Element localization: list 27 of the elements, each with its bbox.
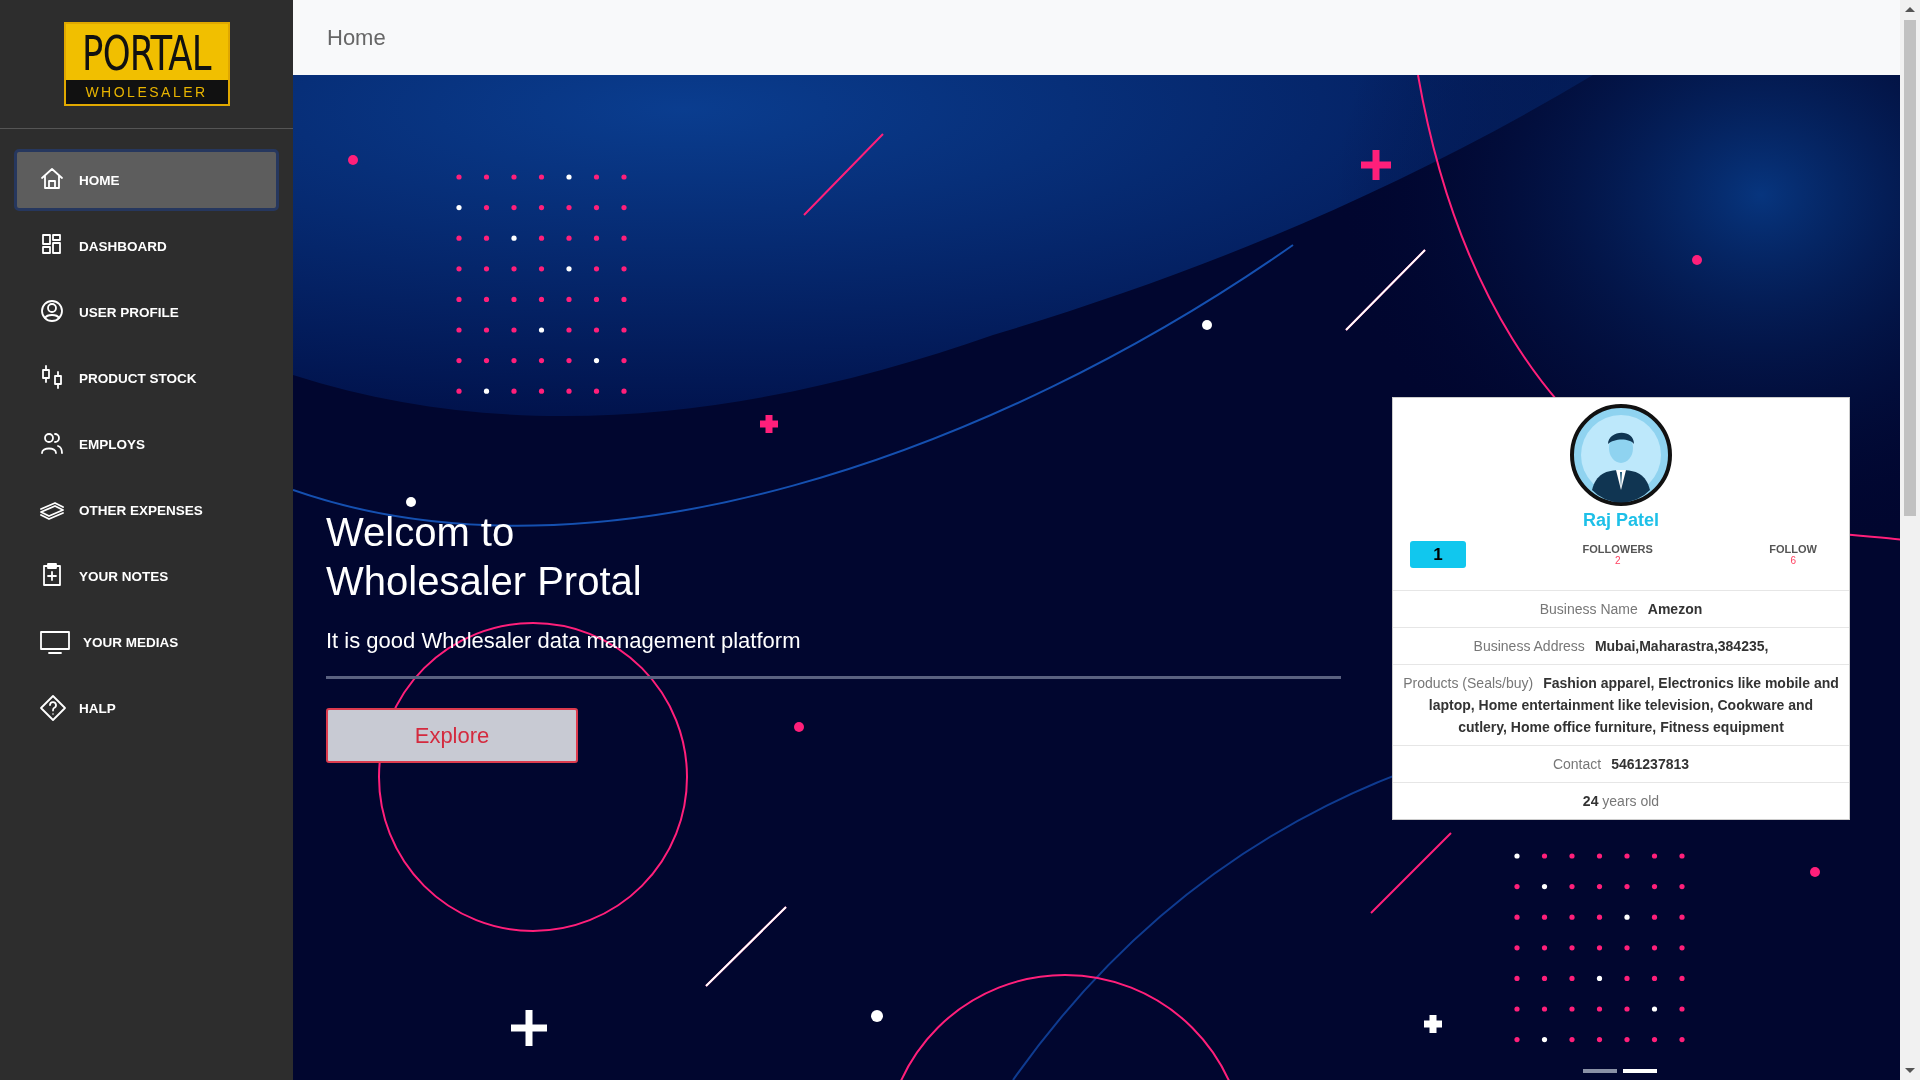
logo: PORTAL WHOLESALER (63, 22, 230, 106)
age-text: 24 years old (1582, 793, 1660, 809)
sidebar-item[interactable]: EMPLOYS (14, 413, 279, 475)
stat-value: 2 (1614, 555, 1621, 566)
sidebar-item[interactable]: HOME (14, 149, 279, 211)
detail-text: Products (Seals/buy) Fashion apparel, Electronics like mobile and laptop, Home entertainment like television, Cookware and cutlery, Home office furniture, Fitness equipment (1403, 675, 1839, 735)
sidebar-item[interactable]: PRODUCT STOCK (14, 347, 279, 409)
welcome-heading: Welcom to Wholesaler Protal (326, 509, 643, 605)
stat-label: FOLLOW (1769, 543, 1817, 555)
detail-text: Business Name Amezon (1539, 601, 1703, 617)
stat-label: FOLLOWERS (1582, 543, 1653, 555)
sidebar-item[interactable]: USER PROFILE (14, 281, 279, 343)
count-badge: 1 (1410, 541, 1466, 568)
monitor-icon (39, 628, 71, 656)
carousel-indicator[interactable] (1583, 1069, 1617, 1073)
sidebar-item[interactable]: DASHBOARD (14, 215, 279, 277)
help-icon (39, 694, 67, 722)
profile-name: Raj Patel (1582, 510, 1659, 531)
carousel-indicator[interactable] (1623, 1069, 1657, 1073)
sidebar-item[interactable]: HALP (14, 677, 279, 739)
sidebar-item[interactable]: YOUR NOTES (14, 545, 279, 607)
sidebar-item[interactable]: OTHER EXPENSES (14, 479, 279, 541)
stat-value: 6 (1790, 555, 1796, 566)
detail-text: Business Address Mubai,Maharastra,384235, (1473, 638, 1769, 654)
sidebar-item[interactable]: YOUR MEDIAS (14, 611, 279, 673)
detail-text: Contact 5461237813 (1552, 756, 1690, 772)
page-title: Home (327, 24, 386, 51)
